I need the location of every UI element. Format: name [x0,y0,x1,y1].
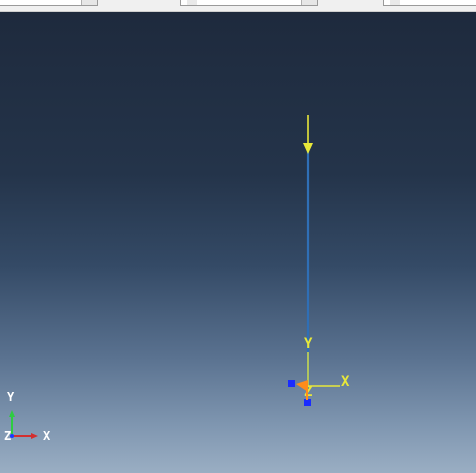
bc-blue-box-left [288,380,295,387]
boundary-condition-icon[interactable] [288,380,311,406]
view-y-label: Y [7,390,15,404]
combo-cap-icon [390,0,400,5]
view-x-label: X [43,429,51,443]
model-y-label: Y [304,336,313,352]
bc-blue-box-bottom [304,399,311,406]
toolbar-combo-1[interactable] [0,0,98,6]
view-y-arrow [9,410,15,417]
chevron-down-icon[interactable] [81,0,97,5]
viewport-canvas: Y X Z Y X Z [4,115,350,443]
model-csys-triad: Y X Z [304,336,350,400]
combo-cap-icon [187,0,197,5]
view-x-arrow [31,433,38,439]
toolbar-combo-2[interactable] [180,0,318,6]
toolbar [0,0,476,12]
toolbar-combo-3[interactable] [383,0,476,6]
model-viewport[interactable]: Y X Z Y X Z [0,12,476,473]
view-orientation-triad: Y X Z [4,390,51,443]
model-x-label: X [341,374,350,390]
chevron-down-icon[interactable] [301,0,317,5]
load-arrow-icon[interactable] [303,115,313,154]
view-z-label: Z [4,429,11,443]
